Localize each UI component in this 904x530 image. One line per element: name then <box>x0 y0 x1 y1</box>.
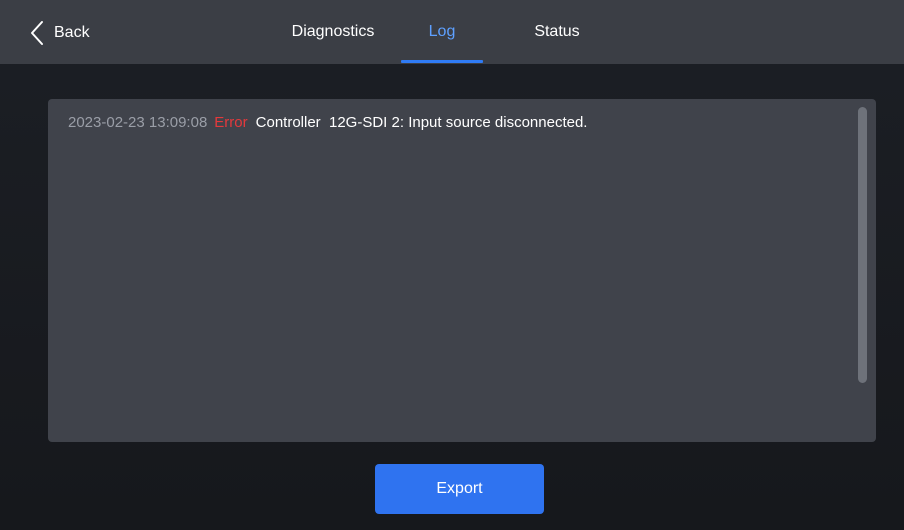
active-tab-indicator <box>401 60 483 63</box>
log-level-badge: Error <box>214 114 248 131</box>
log-message: Controller 12G-SDI 2: Input source disco… <box>255 114 588 131</box>
back-button[interactable]: Back <box>30 16 90 50</box>
log-scrollbar[interactable] <box>858 107 867 383</box>
tab-log[interactable]: Log <box>401 0 483 64</box>
chevron-left-icon <box>30 20 44 46</box>
back-label: Back <box>54 24 90 41</box>
log-panel: 2023-02-23 13:09:08 Error Controller 12G… <box>48 99 876 442</box>
tab-status[interactable]: Status <box>510 0 604 64</box>
tab-diagnostics[interactable]: Diagnostics <box>276 0 390 64</box>
top-bar: Back Diagnostics Log Status <box>0 0 904 64</box>
log-entry: 2023-02-23 13:09:08 Error Controller 12G… <box>68 114 587 131</box>
export-button[interactable]: Export <box>375 464 544 514</box>
log-timestamp: 2023-02-23 13:09:08 <box>68 114 208 131</box>
